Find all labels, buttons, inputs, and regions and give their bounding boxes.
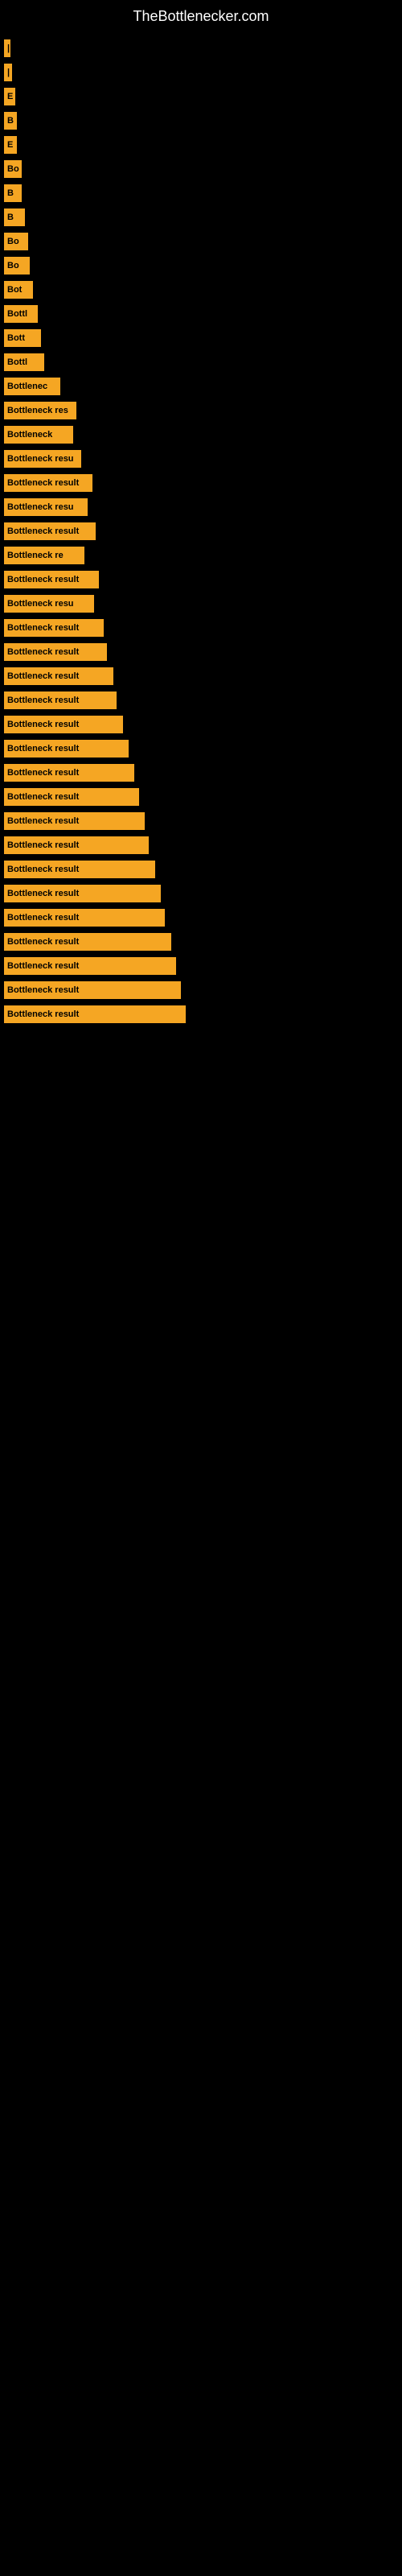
bar-32: Bottleneck result [4, 812, 145, 830]
bar-20: Bottleneck result [4, 522, 96, 540]
bar-row: Bottleneck result [4, 979, 402, 1001]
bar-row: Bo [4, 254, 402, 277]
bar-15: Bottleneck res [4, 402, 76, 419]
bar-row: Bottleneck result [4, 737, 402, 760]
bar-21: Bottleneck re [4, 547, 84, 564]
bar-11: Bottl [4, 305, 38, 323]
bar-row: | [4, 37, 402, 60]
bar-1: | [4, 64, 12, 81]
bar-row: Bo [4, 230, 402, 253]
bar-31: Bottleneck result [4, 788, 139, 806]
bar-5: Bo [4, 160, 22, 178]
bar-row: Bottleneck [4, 423, 402, 446]
bar-12: Bott [4, 329, 41, 347]
bar-13: Bottl [4, 353, 44, 371]
bar-row: Bottleneck resu [4, 496, 402, 518]
bar-7: B [4, 208, 25, 226]
bar-row: Bottleneck result [4, 713, 402, 736]
bar-row: Bottleneck result [4, 617, 402, 639]
bar-16: Bottleneck [4, 426, 73, 444]
bar-10: Bot [4, 281, 33, 299]
bar-33: Bottleneck result [4, 836, 149, 854]
bar-9: Bo [4, 257, 30, 275]
bar-39: Bottleneck result [4, 981, 181, 999]
bar-row: Bottlenec [4, 375, 402, 398]
bar-row: Bottl [4, 303, 402, 325]
bar-14: Bottlenec [4, 378, 60, 395]
bar-40: Bottleneck result [4, 1005, 186, 1023]
bar-19: Bottleneck resu [4, 498, 88, 516]
bar-25: Bottleneck result [4, 643, 107, 661]
bar-30: Bottleneck result [4, 764, 134, 782]
bar-35: Bottleneck result [4, 885, 161, 902]
bar-row: Bottleneck result [4, 762, 402, 784]
bar-4: E [4, 136, 17, 154]
bar-22: Bottleneck result [4, 571, 99, 588]
bar-row: Bottleneck result [4, 689, 402, 712]
bar-23: Bottleneck resu [4, 595, 94, 613]
bar-row: Bottleneck result [4, 882, 402, 905]
bar-row: Bottleneck result [4, 786, 402, 808]
bar-3: B [4, 112, 17, 130]
bar-row: Bottleneck result [4, 834, 402, 857]
bar-row: | [4, 61, 402, 84]
bar-row: Bottleneck result [4, 520, 402, 543]
bar-row: Bottleneck result [4, 568, 402, 591]
bar-34: Bottleneck result [4, 861, 155, 878]
bar-row: Bottleneck result [4, 955, 402, 977]
bar-row: Bottleneck result [4, 1003, 402, 1026]
bar-row: Bott [4, 327, 402, 349]
bar-row: Bottleneck res [4, 399, 402, 422]
bar-row: Bo [4, 158, 402, 180]
bar-row: Bottleneck result [4, 858, 402, 881]
bars-container: ||EBEBoBBBoBoBotBottlBottBottlBottlenecB… [0, 29, 402, 1027]
bar-27: Bottleneck result [4, 691, 117, 709]
site-title: TheBottlenecker.com [0, 0, 402, 29]
bar-0: | [4, 39, 10, 57]
bar-row: Bottleneck result [4, 810, 402, 832]
bar-8: Bo [4, 233, 28, 250]
bar-38: Bottleneck result [4, 957, 176, 975]
bar-row: Bottleneck re [4, 544, 402, 567]
bar-row: Bottleneck resu [4, 448, 402, 470]
bar-2: E [4, 88, 15, 105]
bar-row: Bottleneck result [4, 641, 402, 663]
bar-6: B [4, 184, 22, 202]
bar-18: Bottleneck result [4, 474, 92, 492]
bar-row: E [4, 85, 402, 108]
bar-row: Bottleneck result [4, 906, 402, 929]
bar-36: Bottleneck result [4, 909, 165, 927]
bar-row: Bottleneck result [4, 472, 402, 494]
bar-row: Bottleneck result [4, 665, 402, 687]
bar-17: Bottleneck resu [4, 450, 81, 468]
bar-24: Bottleneck result [4, 619, 104, 637]
bar-37: Bottleneck result [4, 933, 171, 951]
bar-29: Bottleneck result [4, 740, 129, 758]
bar-row: Bottleneck result [4, 931, 402, 953]
bar-row: Bottl [4, 351, 402, 374]
bar-row: Bot [4, 279, 402, 301]
bar-row: B [4, 206, 402, 229]
bar-28: Bottleneck result [4, 716, 123, 733]
bar-26: Bottleneck result [4, 667, 113, 685]
bar-row: E [4, 134, 402, 156]
bar-row: B [4, 109, 402, 132]
bar-row: Bottleneck resu [4, 592, 402, 615]
bar-row: B [4, 182, 402, 204]
